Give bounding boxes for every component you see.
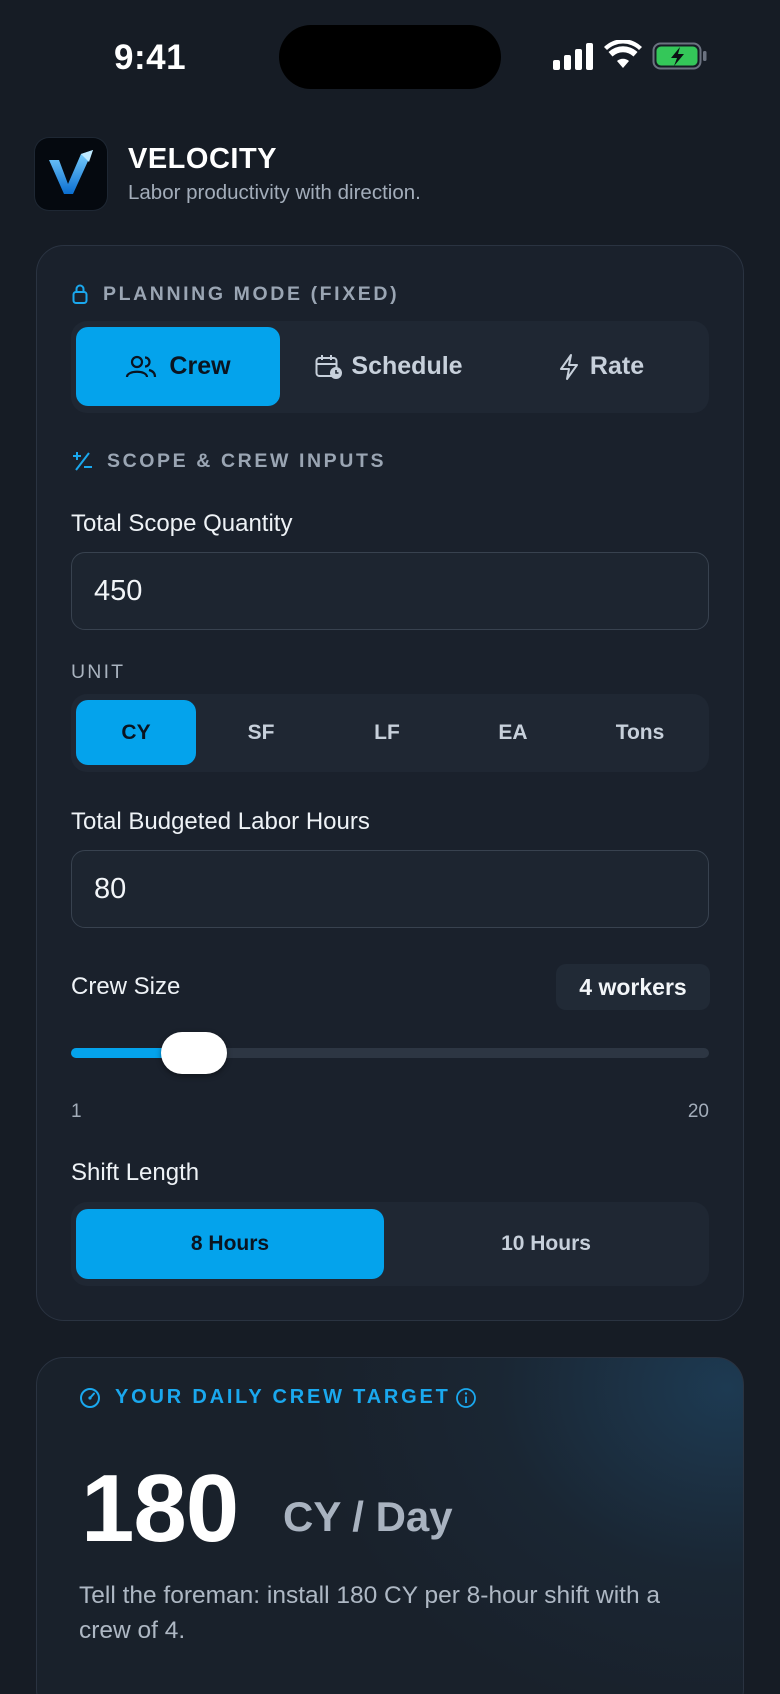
users-icon: [126, 355, 157, 377]
cellular-signal-icon: [553, 43, 593, 70]
unit-lf-button[interactable]: LF: [325, 700, 449, 765]
app-subtitle: Labor productivity with direction.: [128, 181, 421, 204]
dynamic-island: [279, 25, 501, 89]
shift-10-hours-button[interactable]: 10 Hours: [388, 1209, 704, 1279]
status-time: 9:41: [114, 38, 187, 77]
shift-length-selector: 8 Hours 10 Hours: [71, 1202, 709, 1286]
mode-rate-button[interactable]: Rate: [499, 327, 703, 406]
lightning-icon: [559, 353, 578, 380]
shift-length-label: Shift Length: [71, 1159, 200, 1186]
lock-icon: [72, 284, 88, 304]
mode-schedule-label: Schedule: [351, 352, 463, 380]
app-title: VELOCITY: [128, 143, 278, 175]
unit-cy-button[interactable]: CY: [76, 700, 196, 765]
crew-size-slider-thumb[interactable]: [161, 1032, 228, 1074]
crew-max-label: 20: [687, 1101, 709, 1122]
mode-crew-label: Crew: [169, 352, 231, 380]
daily-target-card: YOUR DAILY CREW TARGET 180 CY / Day Tell…: [36, 1357, 744, 1694]
labor-hours-label: Total Budgeted Labor Hours: [71, 808, 370, 835]
scope-section-label: SCOPE & CREW INPUTS: [107, 450, 387, 472]
unit-selector: CY SF LF EA Tons: [71, 694, 709, 772]
inputs-card: PLANNING MODE (FIXED) Crew Schedule Rate…: [36, 245, 744, 1321]
mode-crew-button[interactable]: Crew: [76, 327, 280, 406]
mode-schedule-button[interactable]: Schedule: [283, 327, 495, 406]
shift-8-hours-button[interactable]: 8 Hours: [76, 1209, 384, 1279]
scope-quantity-label: Total Scope Quantity: [71, 510, 293, 537]
calendar-clock-icon: [315, 354, 343, 379]
battery-charging-icon: [652, 42, 707, 70]
unit-ea-button[interactable]: EA: [451, 700, 575, 765]
plus-minus-icon: [73, 452, 92, 471]
planning-mode-selector: Crew Schedule Rate: [71, 321, 709, 413]
gauge-icon: [80, 1388, 100, 1408]
unit-label: UNIT: [71, 661, 126, 683]
planning-mode-label: PLANNING MODE (FIXED): [103, 283, 400, 305]
app-logo: [35, 138, 107, 210]
velocity-logo-icon: [49, 150, 93, 194]
unit-tons-button[interactable]: Tons: [577, 700, 703, 765]
crew-min-label: 1: [71, 1101, 82, 1122]
crew-size-badge: 4 workers: [556, 964, 710, 1010]
foreman-instruction: Tell the foreman: install 180 CY per 8-h…: [79, 1582, 661, 1644]
crew-size-label: Crew Size: [71, 973, 181, 1000]
wifi-icon: [604, 40, 642, 68]
scope-quantity-input[interactable]: 450: [71, 552, 709, 630]
daily-target-label: YOUR DAILY CREW TARGET: [115, 1386, 451, 1408]
unit-sf-button[interactable]: SF: [199, 700, 323, 765]
labor-hours-input[interactable]: 80: [71, 850, 709, 928]
info-icon[interactable]: [455, 1387, 477, 1409]
daily-target-value: 180: [81, 1455, 239, 1562]
daily-target-unit: CY / Day: [283, 1493, 453, 1540]
status-bar: 9:41: [0, 0, 780, 110]
mode-rate-label: Rate: [589, 352, 645, 380]
